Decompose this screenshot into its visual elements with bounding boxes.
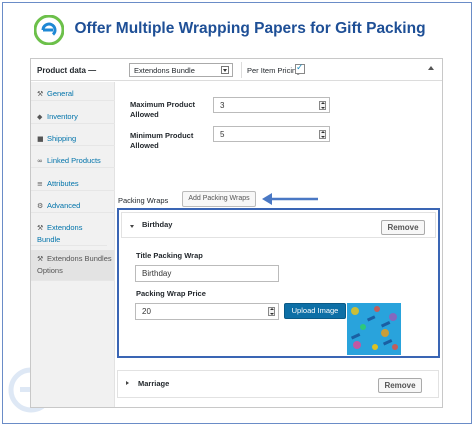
packing-wrap-price-label: Packing Wrap Price xyxy=(136,289,206,298)
max-product-label: Maximum Product Allowed xyxy=(130,100,196,119)
caret-right-icon[interactable] xyxy=(126,381,129,385)
packing-wrap-price-value: 20 xyxy=(142,307,151,316)
sidebar-item-label: General xyxy=(47,89,74,98)
add-packing-wraps-button[interactable]: Add Packing Wraps xyxy=(182,191,256,207)
truck-icon: ■ xyxy=(37,135,44,143)
banner-title: Offer Multiple Wrapping Papers for Gift … xyxy=(74,20,426,37)
wrapping-paper-image xyxy=(347,303,401,355)
sidebar-item-label: Linked Products xyxy=(47,156,101,165)
sidebar-item-general[interactable]: ⚒ General xyxy=(31,88,115,101)
collapse-arrow-icon[interactable] xyxy=(428,66,434,70)
product-data-header: Product data — Extendons Bundle Per Item… xyxy=(31,59,442,81)
packing-wrap-header[interactable]: Birthday Remove xyxy=(121,212,436,238)
extendons-logo-icon xyxy=(34,15,64,45)
per-item-pricing-checkbox[interactable] xyxy=(295,63,305,74)
sidebar-item-inventory[interactable]: ◆ Inventory xyxy=(31,111,115,124)
caret-down-icon[interactable] xyxy=(130,225,134,228)
product-data-tabs: ⚒ General ◆ Inventory ■ Shipping ∞ Linked Pr… xyxy=(31,82,115,407)
chevron-down-icon xyxy=(221,66,229,74)
gear-icon: ⚙ xyxy=(37,202,44,210)
sidebar-item-extendons-bundle[interactable]: ⚒ Extendons Bundle xyxy=(31,222,107,246)
min-product-value: 5 xyxy=(220,130,225,139)
sidebar-item-shipping[interactable]: ■ Shipping xyxy=(31,133,115,146)
link-icon: ∞ xyxy=(37,157,43,165)
title-packing-wrap-value: Birthday xyxy=(142,269,172,278)
list-icon: ≡ xyxy=(37,180,43,188)
packing-wraps-label: Packing Wraps xyxy=(118,196,169,205)
inventory-icon: ◆ xyxy=(37,113,43,121)
sidebar-item-label: Advanced xyxy=(47,201,81,210)
max-product-value: 3 xyxy=(220,101,225,110)
sidebar-item-linked-products[interactable]: ∞ Linked Products xyxy=(31,155,115,168)
packing-wrap-marriage[interactable]: Marriage Remove xyxy=(117,370,439,398)
sidebar-item-label: Shipping xyxy=(47,134,77,143)
header-divider xyxy=(241,62,242,78)
sidebar-item-advanced[interactable]: ⚙ Advanced xyxy=(31,200,115,213)
upload-image-button[interactable]: Upload Image xyxy=(284,303,346,319)
sidebar-item-extendons-bundles-options[interactable]: ⚒ Extendons Bundles Options xyxy=(31,250,115,281)
wrench-icon: ⚒ xyxy=(37,90,44,98)
sidebar-item-label: Inventory xyxy=(47,112,78,121)
packing-wrap-name: Birthday xyxy=(142,220,173,229)
number-spinner-icon[interactable] xyxy=(319,130,326,139)
product-type-select[interactable]: Extendons Bundle xyxy=(129,63,233,77)
title-packing-wrap-label: Title Packing Wrap xyxy=(136,251,203,260)
packing-wrap-name: Marriage xyxy=(138,379,170,388)
number-spinner-icon[interactable] xyxy=(268,307,275,316)
title-packing-wrap-input[interactable]: Birthday xyxy=(135,265,279,282)
remove-button[interactable]: Remove xyxy=(378,378,422,393)
remove-button[interactable]: Remove xyxy=(381,220,425,235)
product-type-value: Extendons Bundle xyxy=(134,66,195,75)
min-product-input[interactable]: 5 xyxy=(213,126,330,142)
sidebar-item-label: Attributes xyxy=(47,179,79,188)
max-product-input[interactable]: 3 xyxy=(213,97,330,113)
packing-wrap-price-input[interactable]: 20 xyxy=(135,303,279,320)
min-product-label: Minimum Product Allowed xyxy=(130,131,194,150)
product-data-label: Product data — xyxy=(37,66,97,75)
sidebar-item-attributes[interactable]: ≡ Attributes xyxy=(31,178,115,191)
sidebar-item-label: Extendons Bundles Options xyxy=(37,254,112,275)
number-spinner-icon[interactable] xyxy=(319,101,326,110)
pointer-arrow-icon xyxy=(262,193,318,205)
packing-wrap-birthday: Birthday Remove Title Packing Wrap Birth… xyxy=(117,208,440,358)
wrench-icon: ⚒ xyxy=(37,224,44,232)
wrench-icon: ⚒ xyxy=(37,255,44,263)
